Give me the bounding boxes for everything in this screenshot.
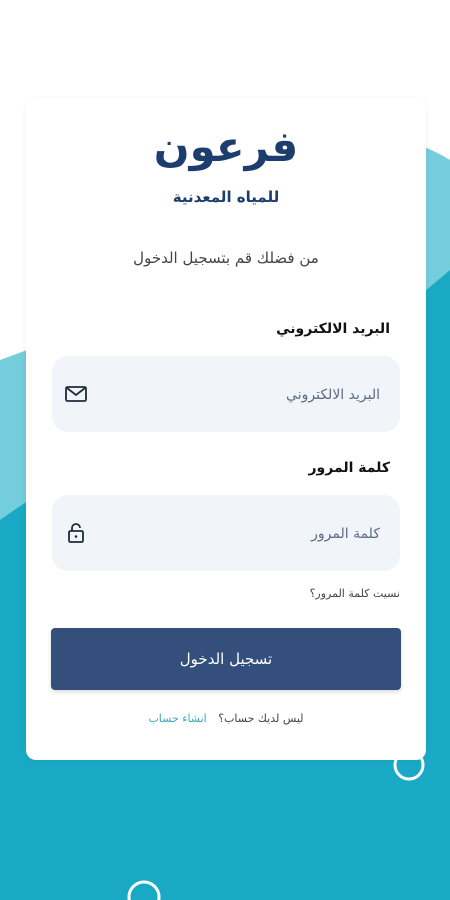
signup-row: ليس لديك حساب؟ انشاء حساب bbox=[26, 712, 426, 725]
password-input[interactable] bbox=[112, 495, 382, 573]
lock-icon bbox=[64, 521, 88, 545]
brand-title: فرعون bbox=[153, 122, 299, 171]
login-card: فرعون للمياه المعدنية من فضلك قم بتسجيل … bbox=[26, 98, 426, 760]
no-account-text: ليس لديك حساب؟ bbox=[218, 712, 304, 725]
email-label: البريد الالكتروني bbox=[276, 321, 390, 337]
login-prompt: من فضلك قم بتسجيل الدخول bbox=[133, 249, 319, 267]
create-account-link[interactable]: انشاء حساب bbox=[148, 712, 206, 725]
mail-icon bbox=[64, 382, 88, 406]
email-field-container bbox=[52, 356, 400, 434]
password-field-container bbox=[52, 495, 400, 573]
login-button[interactable]: تسجيل الدخول bbox=[51, 628, 401, 690]
brand-subtitle: للمياه المعدنية bbox=[172, 188, 280, 206]
password-label: كلمة المرور bbox=[308, 460, 390, 476]
email-input[interactable] bbox=[112, 356, 382, 434]
forgot-password-link[interactable]: نسيت كلمة المرور؟ bbox=[50, 587, 400, 600]
